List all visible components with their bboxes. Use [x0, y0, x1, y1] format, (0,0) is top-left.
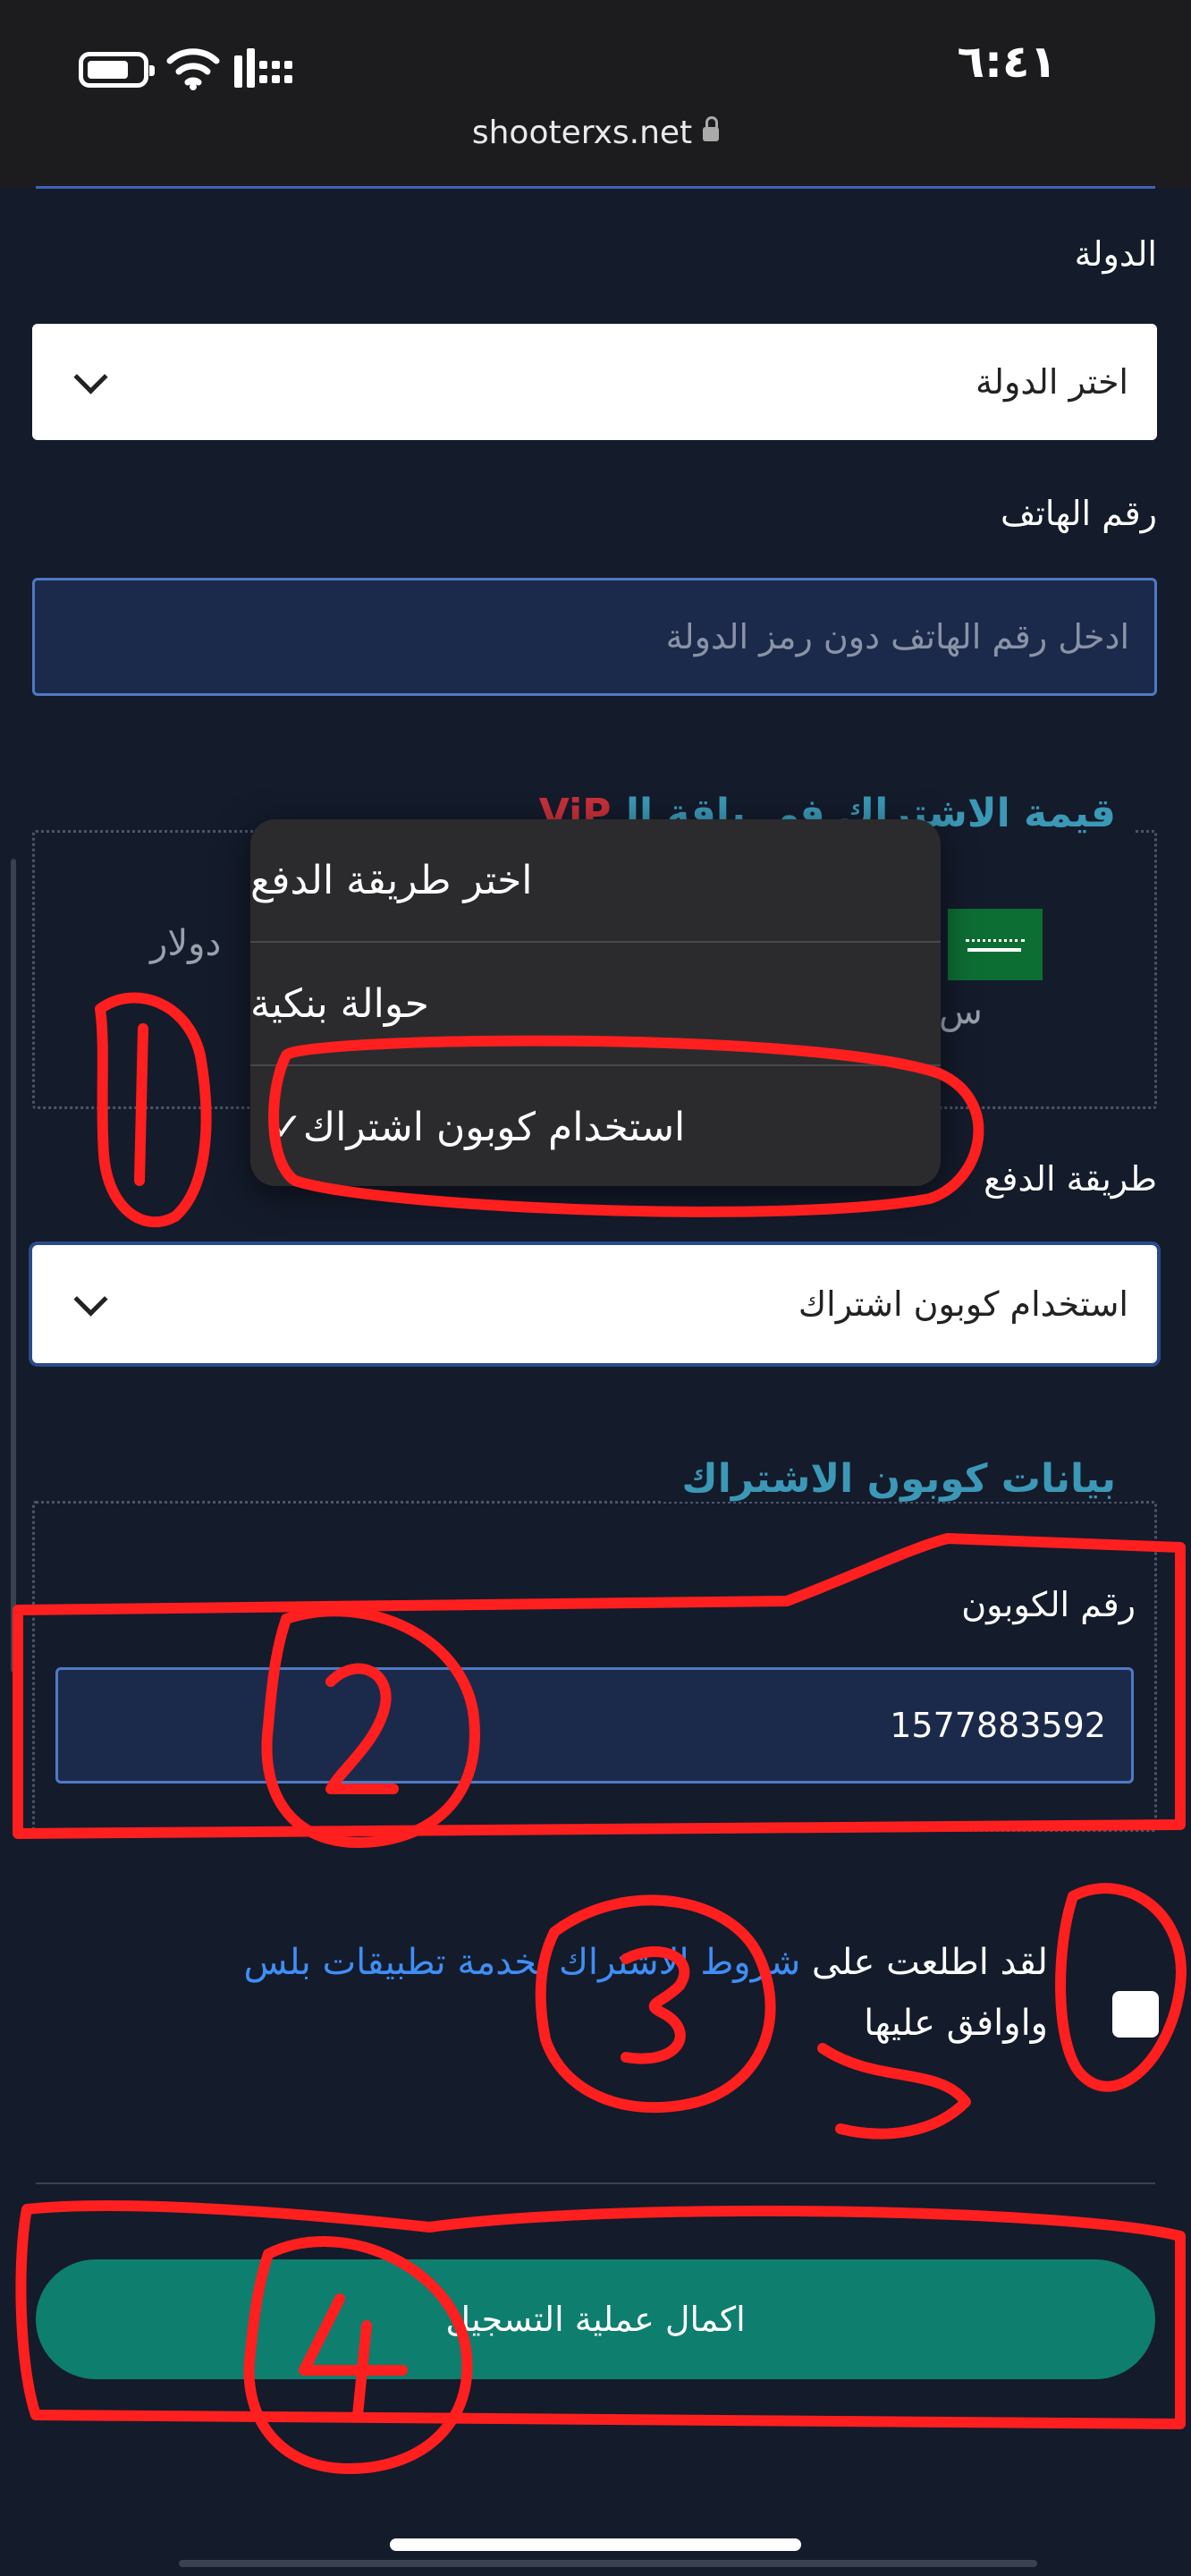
annotation-layer	[13, 992, 1187, 2474]
annotation-number-1	[95, 992, 212, 1228]
annotation-number-4	[243, 2236, 473, 2474]
annotation-number-3	[535, 1894, 776, 2114]
annotation-number-5	[1055, 1883, 1187, 2092]
annotation-squiggle	[817, 2043, 971, 2140]
annotation-box-coupon	[13, 1533, 1186, 1839]
annotation-number-2	[261, 1606, 480, 1848]
annotation-box-submit	[15, 2200, 1186, 2429]
annotation-oval-menu	[268, 1035, 984, 1217]
